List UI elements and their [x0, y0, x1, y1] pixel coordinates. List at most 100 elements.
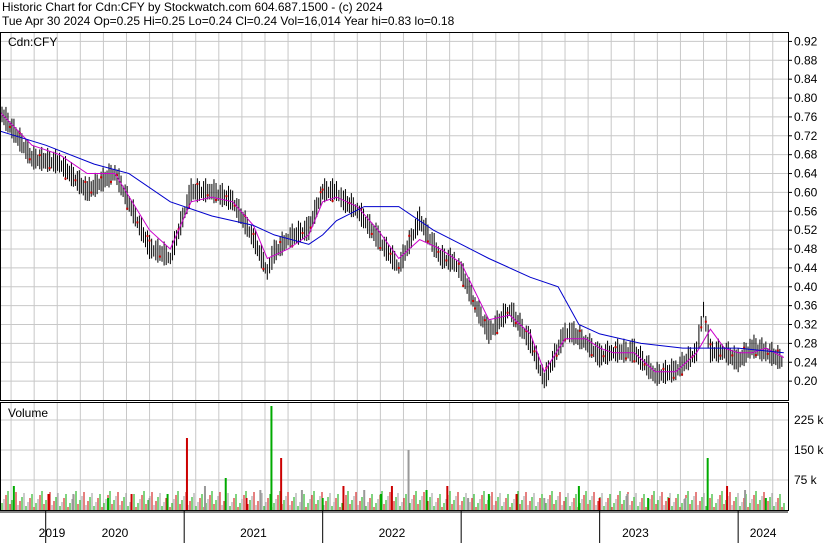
price-marker — [331, 199, 334, 202]
price-marker — [215, 198, 218, 201]
price-marker — [719, 354, 722, 357]
price-gridlines — [0, 32, 788, 400]
price-tick-label: 0.28 — [794, 336, 818, 350]
price-marker — [136, 221, 139, 224]
price-marker — [776, 349, 779, 352]
price-tick-label: 0.80 — [794, 91, 818, 105]
price-marker — [472, 299, 475, 302]
price-tick-label: 0.72 — [794, 129, 818, 143]
price-tick-label: 0.76 — [794, 110, 818, 124]
price-marker — [158, 255, 161, 258]
price-tick-label: 0.92 — [794, 34, 818, 48]
price-marker — [731, 354, 734, 357]
price-marker — [633, 360, 636, 363]
price-marker — [90, 191, 93, 194]
price-marker — [426, 240, 429, 243]
price-marker — [262, 267, 265, 270]
price-marker — [614, 346, 617, 349]
price-marker — [146, 235, 149, 238]
price-marker — [48, 167, 51, 170]
price-marker — [319, 191, 322, 194]
price-marker — [126, 207, 129, 210]
price-marker — [38, 154, 41, 157]
price-panel-frame — [0, 32, 789, 401]
price-marker — [462, 284, 465, 287]
moving-average-lines — [0, 111, 785, 373]
time-axis: 2019 2020 2021 2022 2023 2024 — [39, 510, 777, 543]
panel-frames — [0, 32, 789, 513]
year-label: 2022 — [379, 526, 406, 540]
price-marker — [754, 354, 757, 357]
price-marker — [602, 355, 605, 358]
price-tick-label: 0.48 — [794, 242, 818, 256]
price-marker — [672, 376, 675, 379]
price-marker — [590, 354, 593, 357]
volume-axis: 75 k 150 k 225 k — [794, 413, 824, 487]
price-marker — [578, 329, 581, 332]
volume-tick-label: 150 k — [794, 443, 824, 457]
price-marker — [279, 241, 282, 244]
price-marker — [252, 232, 255, 235]
price-marker — [704, 320, 707, 323]
price-marker — [445, 259, 448, 262]
volume-label: Volume — [8, 406, 48, 420]
price-tick-label: 0.84 — [794, 72, 818, 86]
volume-bars — [1, 406, 785, 510]
symbol-label: Cdn:CFY — [8, 35, 57, 49]
price-marker — [681, 373, 684, 376]
price-marker — [643, 363, 646, 366]
price-marker — [301, 231, 304, 234]
price-marker — [28, 158, 31, 161]
volume-tick-label: 225 k — [794, 413, 824, 427]
price-tick-label: 0.40 — [794, 280, 818, 294]
price-marker — [84, 180, 87, 183]
price-tick-label: 0.68 — [794, 148, 818, 162]
price-marker — [408, 234, 411, 237]
price-marker — [370, 232, 373, 235]
price-marker — [397, 266, 400, 269]
price-marker — [514, 322, 517, 325]
price-marker — [109, 180, 112, 183]
price-tick-label: 0.56 — [794, 204, 818, 218]
price-tick-label: 0.64 — [794, 167, 818, 181]
price-marker — [100, 176, 103, 179]
price-marker — [709, 343, 712, 346]
price-marker — [533, 350, 536, 353]
price-tick-label: 0.44 — [794, 261, 818, 275]
price-marker — [321, 188, 324, 191]
price-bars — [0, 98, 783, 389]
price-marker — [379, 247, 382, 250]
price-volume-chart: 0.20 0.24 0.28 0.32 0.36 0.40 0.44 0.48 0.52 0.56… — [0, 32, 824, 543]
year-label: 2023 — [622, 526, 649, 540]
year-label: 2024 — [750, 526, 777, 540]
year-label: 2020 — [102, 526, 129, 540]
price-marker — [506, 311, 509, 314]
price-marker — [74, 179, 77, 182]
price-tick-label: 0.24 — [794, 355, 818, 369]
price-marker — [662, 367, 665, 370]
price-marker — [457, 262, 460, 265]
price-marker — [389, 252, 392, 255]
year-label: 2021 — [240, 526, 267, 540]
price-marker — [225, 195, 228, 198]
price-tick-label: 0.88 — [794, 53, 818, 67]
price-axis: 0.20 0.24 0.28 0.32 0.36 0.40 0.44 0.48 0.52 0.56… — [788, 34, 818, 388]
price-marker — [555, 354, 558, 357]
volume-tick-label: 75 k — [794, 473, 818, 487]
price-tick-label: 0.60 — [794, 185, 818, 199]
price-marker — [206, 194, 209, 197]
short-moving-average-line — [0, 111, 785, 373]
price-marker — [496, 332, 499, 335]
price-tick-label: 0.20 — [794, 374, 818, 388]
price-marker — [64, 177, 67, 180]
long-moving-average-line — [0, 130, 784, 354]
price-marker — [148, 239, 151, 242]
price-marker — [766, 352, 769, 355]
price-tick-label: 0.32 — [794, 318, 818, 332]
year-label: 2019 — [39, 526, 66, 540]
price-marker — [474, 307, 477, 310]
price-marker — [8, 125, 11, 128]
price-marker — [483, 319, 486, 322]
price-marker — [437, 250, 440, 253]
price-tick-label: 0.52 — [794, 223, 818, 237]
